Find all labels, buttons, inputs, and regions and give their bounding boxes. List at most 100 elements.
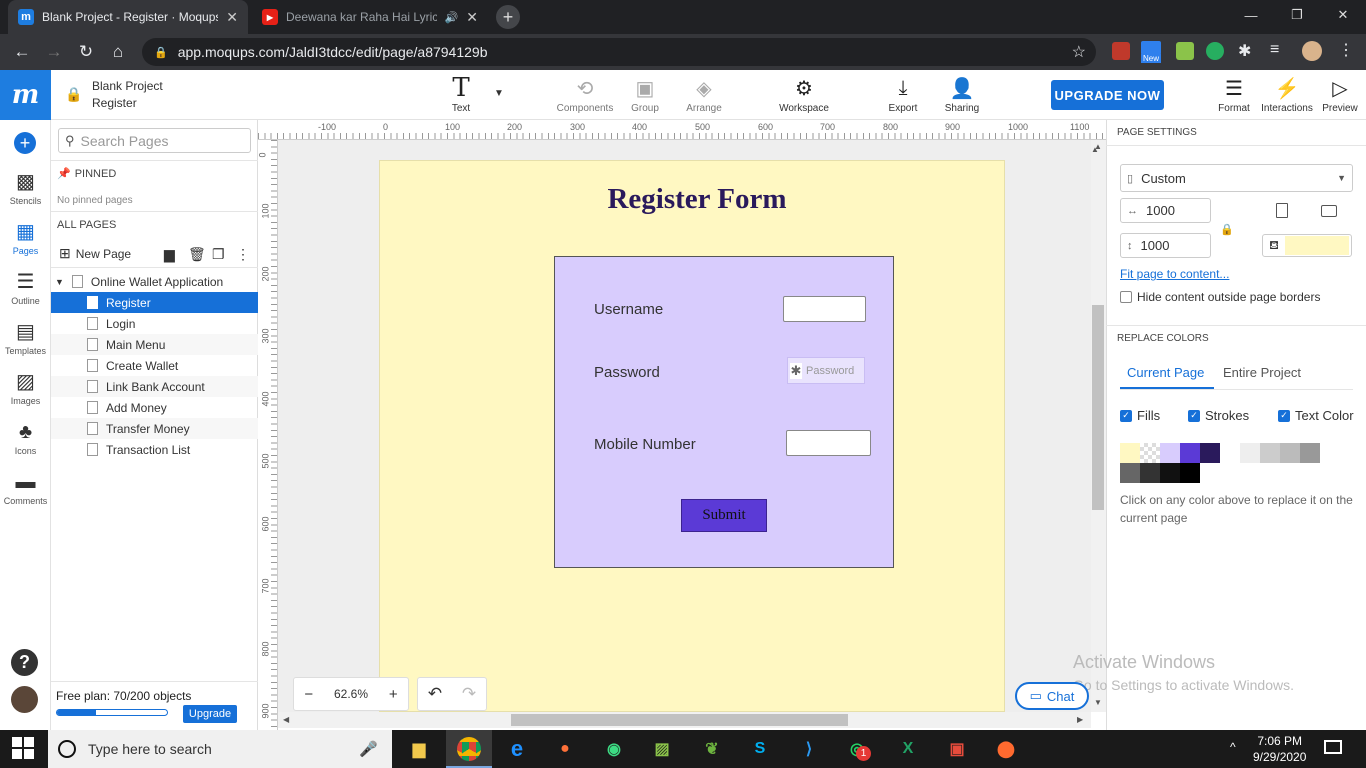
strokes-checkbox[interactable]: ✓ Strokes	[1188, 408, 1249, 423]
page-item-add-money[interactable]: Add Money	[51, 397, 258, 418]
extensions-puzzle-icon[interactable]: ✱	[1238, 41, 1251, 61]
mobile-number-field[interactable]	[786, 430, 871, 456]
panel-collapse-icon[interactable]: ▲	[1091, 145, 1099, 154]
username-field[interactable]	[783, 296, 866, 322]
app-icon[interactable]: ⬤	[991, 734, 1021, 764]
speaker-icon[interactable]: 🔊	[445, 11, 459, 24]
windows-start-icon[interactable]	[12, 737, 34, 759]
color-swatch[interactable]	[1240, 443, 1260, 463]
horizontal-scrollbar[interactable]: ◀ ▶	[278, 712, 1091, 728]
close-tab-icon[interactable]: ✕	[226, 9, 238, 26]
submit-button[interactable]: Submit	[681, 499, 767, 532]
upgrade-now-button[interactable]: UPGRADE NOW	[1051, 80, 1164, 110]
menu-kebab-icon[interactable]: ⋮	[1338, 40, 1354, 60]
format-tool[interactable]: ☰ Format	[1214, 76, 1254, 115]
color-swatch[interactable]	[1180, 443, 1200, 463]
page-item-transaction-list[interactable]: Transaction List	[51, 439, 258, 460]
group-tool[interactable]: ▣ Group	[628, 76, 662, 115]
notifications-icon[interactable]	[1324, 740, 1342, 754]
color-swatch[interactable]	[1300, 443, 1320, 463]
color-swatch[interactable]	[1160, 443, 1180, 463]
color-swatch[interactable]	[1220, 443, 1240, 463]
color-swatch[interactable]	[1140, 463, 1160, 483]
rail-pages[interactable]: ▦ Pages	[0, 220, 51, 256]
maximize-button[interactable]: ❐	[1274, 0, 1320, 30]
undo-icon[interactable]: ↶	[428, 684, 442, 704]
url-bar[interactable]: 🔒 app.moqups.com/JaldI3tdcc/edit/page/a8…	[142, 38, 1096, 66]
password-field[interactable]: ✱ Password	[787, 357, 865, 384]
color-swatch[interactable]	[1140, 443, 1160, 463]
rail-icons[interactable]: ♣ Icons	[0, 420, 51, 456]
help-icon[interactable]: ?	[11, 649, 38, 676]
home-icon[interactable]: ⌂	[107, 42, 129, 62]
height-input[interactable]: ↕ 1000	[1120, 233, 1211, 258]
rail-templates[interactable]: ▤ Templates	[0, 320, 51, 356]
color-swatch[interactable]	[1120, 443, 1140, 463]
rail-stencils[interactable]: ▩ Stencils	[0, 170, 51, 206]
vscode-icon[interactable]: ⟩	[794, 734, 824, 764]
presentation-icon[interactable]: ▣	[942, 734, 972, 764]
export-tool[interactable]: ⤓ Export	[886, 76, 920, 115]
moqups-logo[interactable]: m	[0, 70, 51, 120]
page-item-login[interactable]: Login	[51, 313, 258, 334]
back-icon[interactable]: ←	[11, 42, 33, 62]
new-page-button[interactable]: ⊞ New Page	[59, 245, 131, 262]
zoom-out-button[interactable]: −	[304, 686, 313, 703]
text-color-checkbox[interactable]: ✓ Text Color	[1278, 408, 1354, 423]
extension-icon[interactable]	[1176, 42, 1194, 60]
microphone-icon[interactable]: 🎤	[359, 740, 378, 758]
landscape-orientation-icon[interactable]	[1321, 205, 1337, 217]
width-input[interactable]: ↔ 1000	[1120, 198, 1211, 223]
profile-avatar[interactable]	[1302, 41, 1322, 61]
new-folder-icon[interactable]: ▆	[164, 246, 175, 263]
spring-icon[interactable]: ❦	[697, 734, 727, 764]
extension-icon[interactable]	[1112, 42, 1130, 60]
browser-tab-moqups[interactable]: m Blank Project - Register · Moqups ✕	[8, 0, 248, 34]
tab-current-page[interactable]: Current Page	[1127, 365, 1204, 380]
media-control-icon[interactable]: ≡	[1270, 41, 1279, 59]
vertical-scrollbar[interactable]: ▲ ▼	[1091, 140, 1106, 712]
new-tab-button[interactable]: +	[496, 5, 520, 29]
edge-icon[interactable]: e	[502, 734, 532, 764]
browser-tab-youtube[interactable]: ▶ Deewana kar Raha Hai Lyrics 🔊 ✕	[252, 0, 488, 34]
minimize-button[interactable]: —	[1228, 0, 1274, 30]
text-dropdown-icon[interactable]: ▼	[494, 88, 504, 99]
lock-ratio-icon[interactable]: 🔒	[1220, 223, 1234, 236]
zoom-level[interactable]: 62.6%	[334, 687, 368, 701]
fit-page-link[interactable]: Fit page to content...	[1120, 267, 1229, 281]
workspace-tool[interactable]: ⚙ Workspace	[776, 76, 832, 115]
chrome-icon[interactable]	[457, 737, 481, 761]
color-swatch[interactable]	[1180, 463, 1200, 483]
forward-icon[interactable]: →	[43, 42, 65, 62]
new-extension-icon[interactable]: New	[1141, 41, 1163, 65]
color-swatch[interactable]	[1120, 463, 1140, 483]
portrait-orientation-icon[interactable]	[1276, 203, 1288, 218]
show-hidden-icons[interactable]: ^	[1230, 740, 1236, 754]
color-swatch[interactable]	[1200, 443, 1220, 463]
folder-online-wallet[interactable]: ▼ Online Wallet Application	[51, 271, 258, 292]
close-tab-icon[interactable]: ✕	[466, 9, 478, 26]
page-item-create-wallet[interactable]: Create Wallet	[51, 355, 258, 376]
scroll-thumb[interactable]	[1092, 305, 1104, 510]
chart-app-icon[interactable]: ▨	[647, 734, 677, 764]
zoom-in-button[interactable]: +	[389, 686, 398, 703]
page-item-main-menu[interactable]: Main Menu	[51, 334, 258, 355]
username-label[interactable]: Username	[594, 301, 663, 318]
text-tool[interactable]: T Text	[444, 73, 478, 114]
scroll-left-icon[interactable]: ◀	[283, 715, 289, 724]
skype-icon[interactable]: S	[745, 734, 775, 764]
redo-icon[interactable]: ↷	[462, 684, 476, 704]
android-studio-icon[interactable]: ◉	[599, 734, 629, 764]
reload-icon[interactable]: ↻	[75, 42, 97, 62]
excel-icon[interactable]: X	[893, 734, 923, 764]
system-clock[interactable]: 7:06 PM 9/29/2020	[1253, 733, 1306, 765]
hide-outside-checkbox[interactable]: Hide content outside page borders	[1120, 290, 1320, 304]
bookmark-star-icon[interactable]: ☆	[1072, 42, 1086, 62]
password-label[interactable]: Password	[594, 364, 660, 381]
grammarly-icon[interactable]	[1206, 42, 1224, 60]
add-icon[interactable]: +	[14, 132, 36, 154]
duplicate-icon[interactable]: ❐	[212, 246, 225, 263]
trash-icon[interactable]: 🗑	[188, 246, 206, 263]
page-fill-color-picker[interactable]: ⛾	[1262, 234, 1352, 257]
scroll-right-icon[interactable]: ▶	[1077, 715, 1083, 724]
